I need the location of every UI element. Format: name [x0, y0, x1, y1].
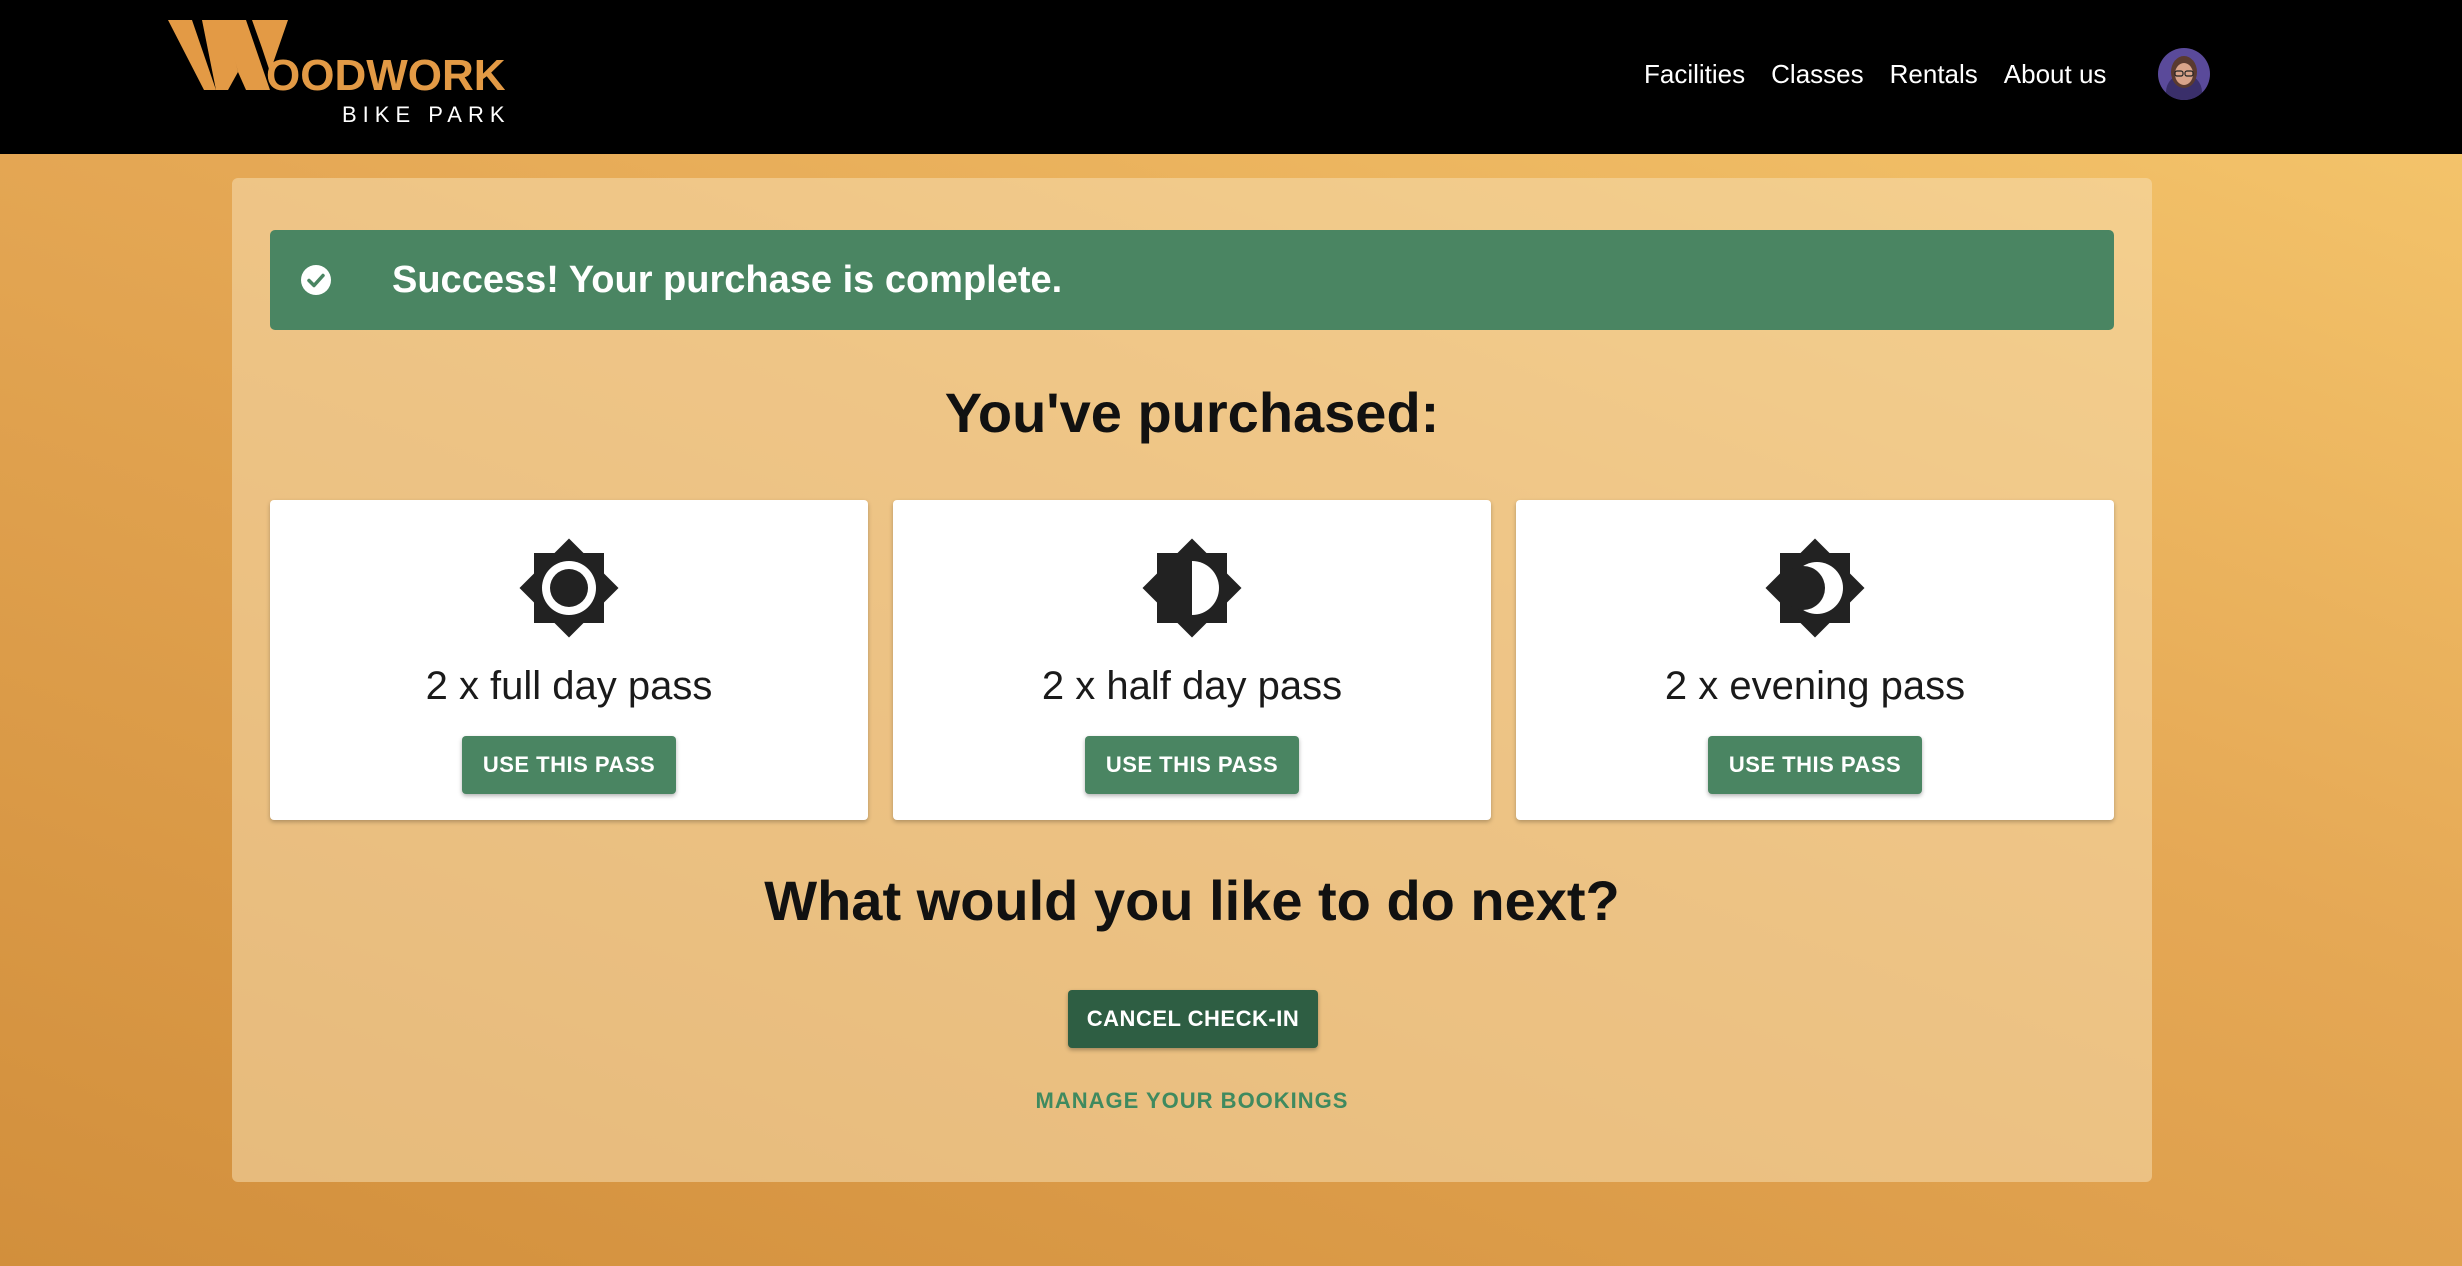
svg-text:BIKE PARK: BIKE PARK — [342, 102, 511, 127]
next-steps-heading: What would you like to do next? — [764, 869, 1620, 932]
pass-card-half-day: 2 x half day pass USE THIS PASS — [893, 500, 1491, 820]
success-alert: Success! Your purchase is complete. — [270, 230, 2114, 330]
pass-card-evening: 2 x evening pass USE THIS PASS — [1516, 500, 2114, 820]
nav-rentals[interactable]: Rentals — [1890, 54, 1978, 94]
brightness-high-icon — [509, 528, 629, 648]
brightness-medium-icon — [1132, 528, 1252, 648]
pass-card-full-day: 2 x full day pass USE THIS PASS — [270, 500, 868, 820]
pass-label: 2 x full day pass — [425, 664, 713, 708]
pass-cards: 2 x full day pass USE THIS PASS 2 x half… — [270, 500, 2114, 820]
user-avatar[interactable] — [2158, 48, 2210, 100]
purchased-heading: You've purchased: — [944, 381, 1440, 444]
nav-about-us[interactable]: About us — [2004, 54, 2107, 94]
manage-bookings-link[interactable]: MANAGE YOUR BOOKINGS — [232, 1084, 2152, 1118]
svg-text:OODWORK: OODWORK — [266, 51, 506, 100]
brightness-night-icon — [1755, 528, 1875, 648]
use-pass-button[interactable]: USE THIS PASS — [462, 736, 676, 794]
nav-facilities[interactable]: Facilities — [1644, 54, 1745, 94]
main-nav: Facilities Classes Rentals About us — [1644, 54, 2106, 94]
success-message: Success! Your purchase is complete. — [392, 259, 1063, 301]
use-pass-button[interactable]: USE THIS PASS — [1708, 736, 1922, 794]
pass-label: 2 x evening pass — [1664, 664, 1966, 708]
use-pass-button[interactable]: USE THIS PASS — [1085, 736, 1299, 794]
woodwork-logo[interactable]: OODWORK BIKE PARK — [168, 18, 528, 128]
confirmation-panel: Success! Your purchase is complete. You'… — [232, 178, 2152, 1182]
top-navbar: OODWORK BIKE PARK Facilities Classes Ren… — [0, 0, 2462, 154]
cancel-check-in-button[interactable]: CANCEL CHECK-IN — [1068, 990, 1318, 1048]
nav-classes[interactable]: Classes — [1771, 54, 1863, 94]
check-circle-icon — [300, 264, 332, 296]
pass-label: 2 x half day pass — [1041, 664, 1343, 708]
